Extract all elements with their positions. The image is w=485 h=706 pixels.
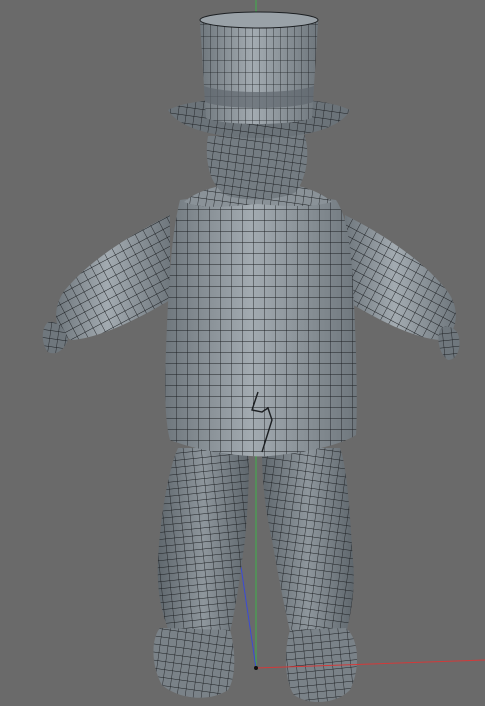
top-hat[interactable] [168, 11, 350, 138]
hat-top [199, 11, 319, 29]
left-leg[interactable] [157, 448, 249, 640]
right-hand[interactable] [438, 326, 460, 360]
head[interactable] [206, 134, 308, 200]
axis-z-line [239, 559, 257, 669]
3d-viewport[interactable] [0, 0, 485, 706]
jacket[interactable] [165, 196, 357, 457]
right-leg[interactable] [262, 448, 354, 640]
viewport-scene[interactable] [0, 0, 485, 706]
world-origin [254, 666, 258, 670]
left-arm[interactable] [56, 215, 170, 340]
right-arm[interactable] [345, 215, 456, 340]
left-boot[interactable] [153, 628, 235, 698]
